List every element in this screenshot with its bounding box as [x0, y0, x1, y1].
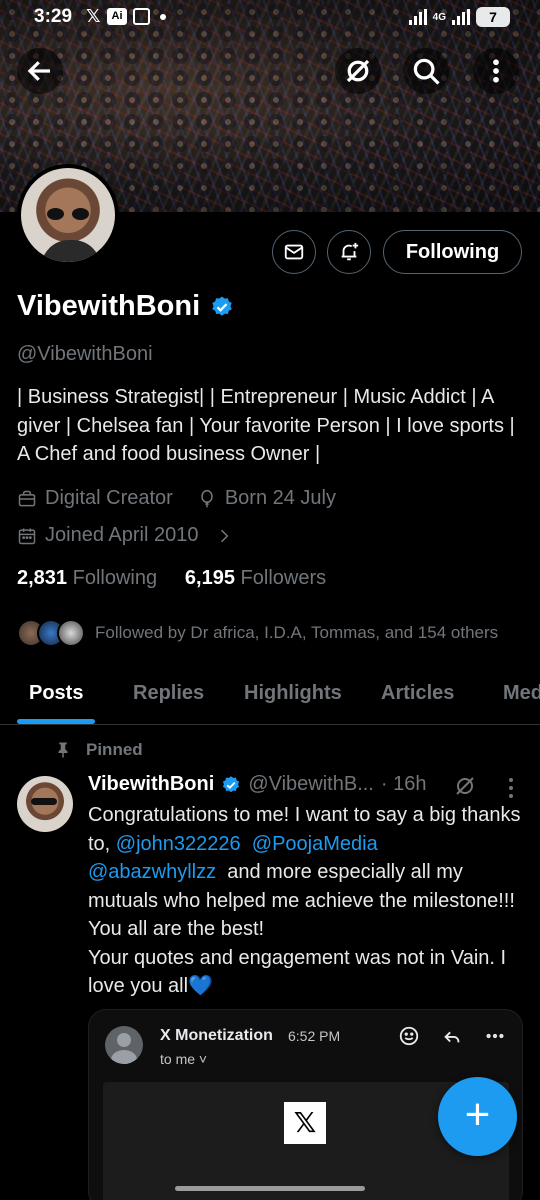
status-time: 3:29: [34, 6, 73, 27]
post-more-button[interactable]: [502, 778, 520, 800]
profile-category: Digital Creator: [45, 487, 173, 509]
message-button[interactable]: [272, 230, 316, 274]
back-arrow-icon: [27, 61, 50, 81]
mention-link[interactable]: @abazwhyllzz: [88, 861, 216, 883]
signal-icon-2: [452, 9, 470, 25]
followed-by-text: Followed by Dr africa, I.D.A, Tommas, an…: [95, 623, 499, 642]
reply-icon: [444, 1031, 460, 1043]
email-recipient: to me ˅: [160, 1051, 208, 1067]
profile-birthday: Born 24 July: [224, 487, 336, 509]
scan-notification-icon: [133, 8, 150, 25]
signal-icon: [408, 9, 427, 25]
envelope-icon: [284, 244, 304, 260]
post-text-part: Your quotes and engagement was not in Va…: [88, 946, 507, 998]
more-options-button[interactable]: [473, 48, 519, 94]
pinned-label: Pinned: [86, 740, 143, 759]
email-time: 6:52 PM: [288, 1028, 341, 1044]
mention-link[interactable]: @john322226: [116, 833, 241, 855]
verified-badge-icon: [223, 775, 240, 792]
status-indicators: 4G 7: [408, 7, 510, 27]
more-vertical-icon: [493, 59, 499, 83]
balloon-icon: [201, 489, 213, 507]
x-notification-icon: 𝕏: [86, 6, 101, 26]
x-logo: 𝕏: [284, 1102, 326, 1144]
chevron-right-icon: [221, 529, 229, 542]
emoji-icon: [399, 1026, 419, 1046]
followers-label: Followers: [240, 567, 327, 589]
post-author-avatar[interactable]: [17, 776, 73, 832]
tab-replies[interactable]: Replies: [133, 682, 204, 705]
grok-button[interactable]: [335, 48, 381, 94]
calendar-icon: [18, 528, 36, 544]
post-author-handle[interactable]: @VibewithB...: [248, 773, 374, 796]
active-tab-indicator: [17, 719, 95, 724]
followed-by-row[interactable]: Followed by Dr africa, I.D.A, Tommas, an…: [17, 619, 498, 647]
email-sender: X Monetization: [160, 1027, 273, 1044]
tab-articles[interactable]: Articles: [381, 682, 454, 705]
profile-joined-row[interactable]: Joined April 2010: [17, 524, 234, 547]
followers-count: 6,195: [184, 567, 235, 589]
following-count: 2,831: [17, 567, 68, 589]
profile-avatar[interactable]: [17, 164, 119, 266]
following-label: Following: [72, 567, 158, 589]
profile-tabs: Posts Replies Highlights Articles Media: [0, 668, 540, 725]
home-indicator[interactable]: [175, 1186, 365, 1191]
profile-name: VibewithBoni: [17, 290, 201, 322]
ai-notification-icon: Ai: [107, 8, 127, 25]
follow-counts: 2,831 Following 6,195 Followers: [17, 567, 326, 590]
tab-media[interactable]: Media: [503, 682, 540, 705]
network-type: 4G: [432, 11, 446, 23]
status-bar: 3:29 𝕏 Ai 4G 7: [0, 0, 540, 34]
post-author-name[interactable]: VibewithBoni: [88, 773, 214, 796]
battery-icon: 7: [476, 7, 510, 27]
pin-icon: [58, 742, 68, 758]
more-notifications-dot-icon: [160, 14, 166, 20]
bell-plus-icon: [341, 242, 359, 261]
email-sender-avatar: [105, 1026, 143, 1064]
profile-handle: @VibewithBoni: [17, 343, 153, 365]
profile-meta-row: Digital Creator Born 24 July: [17, 487, 336, 510]
post-time[interactable]: · 16h: [381, 773, 427, 796]
profile-bio: | Business Strategist| | Entrepreneur | …: [17, 386, 515, 465]
followers-count-link[interactable]: 6,195 Followers: [185, 567, 326, 589]
profile-joined: Joined April 2010: [45, 524, 199, 546]
search-button[interactable]: [403, 48, 449, 94]
following-count-link[interactable]: 2,831 Following: [17, 567, 157, 589]
following-button[interactable]: Following: [383, 230, 522, 274]
post-text: Congratulations to me! I want to say a b…: [88, 801, 528, 1001]
verified-badge-icon[interactable]: [210, 295, 234, 319]
tab-posts[interactable]: Posts: [29, 682, 83, 705]
follower-avatar: [57, 619, 85, 647]
back-button[interactable]: [17, 48, 63, 94]
tab-highlights[interactable]: Highlights: [244, 682, 342, 705]
grok-icon: [346, 59, 370, 83]
post-header: VibewithBoni @VibewithB... · 16h: [88, 773, 426, 796]
mention-link[interactable]: @PoojaMedia: [252, 833, 378, 855]
profile-name-row: VibewithBoni: [17, 290, 234, 323]
more-horizontal-icon: [486, 1033, 504, 1039]
notifications-button[interactable]: [327, 230, 371, 274]
compose-post-button[interactable]: +: [438, 1077, 517, 1156]
pinned-indicator: Pinned: [54, 740, 143, 760]
briefcase-icon: [18, 490, 36, 506]
grok-icon[interactable]: [453, 774, 477, 798]
search-icon: [413, 58, 440, 85]
